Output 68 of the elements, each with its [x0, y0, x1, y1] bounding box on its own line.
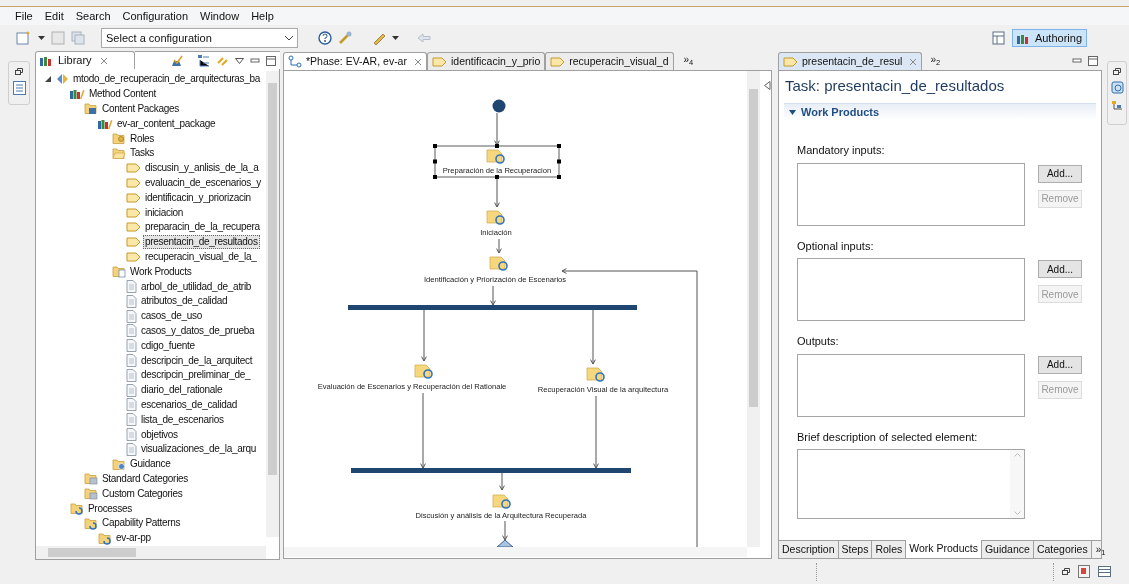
- tree-item[interactable]: evaluacin_de_escenarios_y: [143, 175, 263, 190]
- tree-item[interactable]: iniciacion: [143, 205, 186, 220]
- list-button[interactable]: Add...: [1038, 260, 1082, 278]
- tree-item[interactable]: identificacin_y_priorizacin: [143, 190, 253, 205]
- page-tab[interactable]: Work Products: [906, 540, 982, 558]
- editor-tab[interactable]: *Phase: EV-AR, ev-ar: [283, 52, 427, 70]
- page-tab[interactable]: Guidance: [981, 541, 1034, 558]
- tree-item[interactable]: Standard Categories: [100, 471, 191, 486]
- page-tab[interactable]: Categories: [1033, 541, 1092, 558]
- tree-item[interactable]: casos_de_uso: [139, 309, 204, 324]
- editor-tab[interactable]: identificacin_y_prio: [426, 52, 546, 70]
- library-tab[interactable]: Library: [35, 51, 135, 69]
- tab-label: recuperacin_visual_d: [569, 53, 669, 69]
- tree-item[interactable]: escenarios_de_calidad: [139, 397, 239, 412]
- tree-item[interactable]: mtodo_de_recuperacin_de_arquitecturas_ba: [71, 72, 263, 87]
- list-button[interactable]: Add...: [1038, 164, 1082, 183]
- tree-item[interactable]: ev-ar_content_package: [115, 116, 218, 131]
- menu-item[interactable]: Edit: [38, 7, 70, 25]
- tree-item[interactable]: Guidance: [128, 457, 173, 472]
- tree-item[interactable]: arbol_de_utilidad_de_atrib: [139, 279, 254, 294]
- tab-label: *Phase: EV-AR, ev-ar: [306, 53, 407, 69]
- menu-item[interactable]: Configuration: [116, 7, 194, 25]
- tab-label: identificacin_y_prio: [450, 53, 541, 69]
- tree-item[interactable]: cdigo_fuente: [139, 338, 197, 353]
- more-tabs[interactable]: »$_{1}$: [1095, 542, 1106, 557]
- tree-item[interactable]: discusin_y_anlisis_de_la_a: [143, 161, 261, 176]
- tree-item[interactable]: descripcin_preliminar_de_: [139, 368, 253, 383]
- tree-item[interactable]: casos_y_datos_de_prueba: [139, 323, 257, 338]
- tree-item[interactable]: Processes: [86, 501, 134, 516]
- tree-item[interactable]: Content Packages: [100, 102, 181, 116]
- configuration-select[interactable]: Select a configuration: [101, 28, 298, 48]
- tree-item[interactable]: Tasks: [128, 146, 157, 161]
- section-header[interactable]: Work Products: [784, 103, 1096, 120]
- page-tab[interactable]: Roles: [872, 541, 907, 558]
- tree-item[interactable]: Custom Categories: [100, 486, 185, 501]
- page-tab[interactable]: Steps: [838, 541, 873, 558]
- tree-item[interactable]: lista_de_escenarios: [139, 412, 226, 427]
- tree-item[interactable]: Roles: [128, 131, 157, 146]
- tree-item[interactable]: recuperacin_visual_de_la_: [143, 249, 259, 264]
- menu-item[interactable]: File: [9, 7, 39, 25]
- editor-title: Task: presentacin_de_resultados: [784, 76, 1006, 95]
- page-tab[interactable]: Description: [779, 541, 839, 558]
- menu-item[interactable]: Search: [69, 7, 117, 25]
- tab-label: Library: [58, 53, 92, 69]
- more-tabs[interactable]: »$_{2}$: [930, 52, 941, 67]
- editor-tab[interactable]: recuperacin_visual_d: [545, 52, 674, 70]
- tree-item[interactable]: preparacin_de_la_recupera: [143, 220, 262, 235]
- field-label: Brief description of selected element:: [797, 429, 979, 445]
- tree-item[interactable]: ev-ar-pp: [114, 531, 153, 546]
- properties-tab[interactable]: presentacin_de_resul: [778, 52, 923, 70]
- tree-item[interactable]: Capability Patterns: [100, 516, 183, 531]
- tree-item[interactable]: Method Content: [87, 87, 158, 102]
- menu-item[interactable]: Window: [194, 7, 246, 25]
- field-label: Outputs:: [797, 334, 840, 349]
- perspective-button[interactable]: Authoring: [1011, 29, 1087, 47]
- tree-item[interactable]: presentacin_de_resultados: [143, 235, 260, 250]
- tree-item[interactable]: visualizaciones_de_la_arqu: [139, 442, 259, 457]
- field-label: Mandatory inputs:: [797, 143, 886, 158]
- list-button[interactable]: Add...: [1038, 355, 1082, 374]
- tree-item[interactable]: Work Products: [128, 264, 194, 279]
- field-label: Optional inputs:: [797, 238, 875, 254]
- tab-label: presentacin_de_resul: [802, 53, 903, 69]
- tree-item[interactable]: atributos_de_calidad: [139, 294, 230, 309]
- menu-item[interactable]: Help: [245, 7, 280, 25]
- tree-item[interactable]: objetivos: [139, 427, 180, 442]
- tree-item[interactable]: descripcin_de_la_arquitect: [139, 353, 255, 368]
- tree-item[interactable]: diario_del_rationale: [139, 383, 225, 398]
- more-tabs[interactable]: »$_{4}$: [683, 52, 694, 67]
